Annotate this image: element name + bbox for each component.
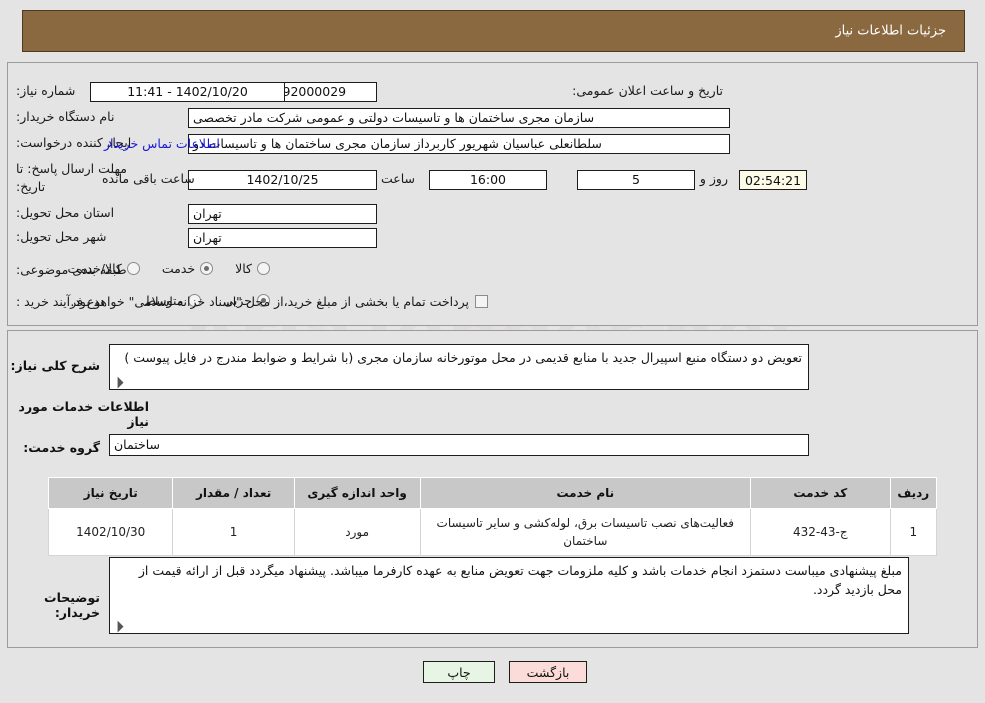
days-left-value: 5 xyxy=(577,170,695,190)
cell-row: 1 xyxy=(889,508,938,556)
category-option-2[interactable]: کالا/خدمت xyxy=(67,261,140,276)
announce-row: تاریخ و ساعت اعلان عمومی: xyxy=(566,82,723,100)
category-radio-group[interactable]: کالا خدمت کالا/خدمت xyxy=(45,261,270,276)
deadline-date-value: 1402/10/25 xyxy=(188,170,377,190)
th-row: ردیف xyxy=(889,477,938,509)
treasury-note-text: پرداخت تمام یا بخشی از مبلغ خرید،از محل … xyxy=(70,294,469,309)
category-option-1[interactable]: خدمت xyxy=(161,261,214,276)
days-left-label: روز و xyxy=(699,171,728,186)
deadline-time-label: ساعت xyxy=(380,171,415,186)
print-button[interactable]: چاپ xyxy=(423,661,495,683)
service-group-value: ساختمان xyxy=(109,434,809,456)
deadline-time-value: 16:00 xyxy=(429,170,547,190)
cell-qty: 1 xyxy=(172,508,295,556)
summary-label: شرح کلی نیاز: xyxy=(10,358,100,373)
buyer-org-label: نام دستگاه خریدار: xyxy=(16,109,115,124)
remaining-label: ساعت باقی مانده xyxy=(102,171,195,186)
buyer-notes-text: مبلغ پیشنهادی میباست دستمزد انجام خدمات … xyxy=(138,563,902,598)
cell-unit: مورد xyxy=(293,508,421,556)
buyer-org-row: نام دستگاه خریدار: xyxy=(10,108,138,126)
city-row: شهر محل تحویل: xyxy=(10,228,138,246)
th-name: نام خدمت xyxy=(419,477,752,509)
back-button[interactable]: بازگشت xyxy=(509,661,587,683)
category-option-label-1: خدمت xyxy=(161,261,196,276)
province-label: استان محل تحویل: xyxy=(16,205,115,220)
th-code: کد خدمت xyxy=(750,477,891,509)
countdown-timer: 02:54:21 xyxy=(739,170,807,190)
city-label: شهر محل تحویل: xyxy=(16,229,107,244)
cell-code: ج-43-432 xyxy=(750,508,891,556)
category-option-0[interactable]: کالا xyxy=(235,261,270,276)
services-table: ردیف کد خدمت نام خدمت واحد اندازه گیری ت… xyxy=(47,477,938,556)
cell-name: فعالیت‌های نصب تاسیسات برق، لوله‌کشی و س… xyxy=(419,508,752,556)
city-value: تهران xyxy=(188,228,377,248)
resize-grip-icon[interactable]: ◢ xyxy=(110,375,125,389)
th-qty: تعداد / مقدار xyxy=(172,477,295,509)
buyer-notes-label: توضیحات خریدار: xyxy=(44,590,100,620)
buyer-notes-textarea[interactable]: مبلغ پیشنهادی میباست دستمزد انجام خدمات … xyxy=(109,557,909,634)
summary-textarea[interactable]: تعویض دو دستگاه منبع اسپیرال جدید با منا… xyxy=(109,344,809,390)
buyer-org-value: سازمان مجری ساختمان ها و تاسیسات دولتی و… xyxy=(188,108,730,128)
page-root: AriaTender.net جزئیات اطلاعات نیاز شماره… xyxy=(0,0,985,703)
announce-value: 1402/10/20 - 11:41 xyxy=(90,82,285,102)
summary-text: تعویض دو دستگاه منبع اسپیرال جدید با منا… xyxy=(124,350,802,365)
treasury-note-row: پرداخت تمام یا بخشی از مبلغ خرید،از محل … xyxy=(70,294,488,309)
service-group-label: گروه خدمت: xyxy=(23,440,100,455)
table-row: 1 ج-43-432 فعالیت‌های نصب تاسیسات برق، لول… xyxy=(47,508,938,556)
page-title: جزئیات اطلاعات نیاز xyxy=(835,23,946,39)
table-header-row: ردیف کد خدمت نام خدمت واحد اندازه گیری ت… xyxy=(47,477,938,509)
buyer-contact-link[interactable]: اطلاعات تماس خریدار xyxy=(104,136,226,151)
cell-date: 1402/10/30 xyxy=(47,508,174,556)
category-option-label-0: کالا xyxy=(235,261,252,276)
category-radio-icon-0[interactable] xyxy=(257,262,270,275)
category-radio-icon-2[interactable] xyxy=(126,262,140,275)
treasury-checkbox[interactable] xyxy=(475,295,488,308)
page-title-bar: جزئیات اطلاعات نیاز xyxy=(22,10,965,52)
announce-label: تاریخ و ساعت اعلان عمومی: xyxy=(572,83,723,98)
th-unit: واحد اندازه گیری xyxy=(293,477,421,509)
category-radio-icon-1[interactable] xyxy=(200,262,214,275)
province-row: استان محل تحویل: xyxy=(10,204,138,222)
th-date: تاریخ نیاز xyxy=(47,477,174,509)
resize-grip-icon-2[interactable]: ◢ xyxy=(110,619,125,633)
services-heading: اطلاعات خدمات مورد نیاز xyxy=(18,399,149,429)
category-option-label-2: کالا/خدمت xyxy=(67,261,122,276)
province-value: تهران xyxy=(188,204,377,224)
creator-value: سلطانعلی عباسیان شهریور کاربرداز سازمان … xyxy=(188,134,730,154)
